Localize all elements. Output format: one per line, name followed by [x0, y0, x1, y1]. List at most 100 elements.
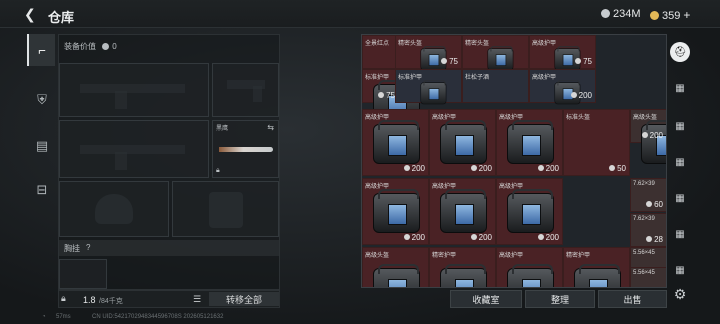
vest-icon [209, 192, 243, 228]
stash-item[interactable]: 高级护甲 [496, 247, 563, 287]
tab-armor[interactable]: ⛨ [27, 84, 55, 116]
stash-item[interactable]: 标准护甲 75 [362, 69, 420, 124]
chest-rig-icon: ▤ [35, 138, 49, 153]
stash-item[interactable]: 高级护甲 200 [496, 109, 563, 176]
durability-value: 75 [441, 57, 458, 66]
back-arrow-icon[interactable]: ❮ [24, 6, 36, 23]
add-gold-button[interactable]: + [683, 8, 690, 22]
transfer-all-button[interactable]: 转移全部 [209, 292, 279, 306]
rifle-mag-icon [115, 91, 127, 109]
equip-value-row: 装备价值 0 [64, 41, 117, 52]
sort-button[interactable]: 整理 [525, 290, 595, 308]
chest-rig-label: 胸挂 [64, 244, 80, 253]
stash-item[interactable]: 高级护甲 200 [529, 69, 596, 105]
item-name: 精密护甲 [432, 253, 457, 259]
filter-medical-icon[interactable]: ▦ [670, 188, 690, 208]
stash-item[interactable]: 7.62×39 60 [630, 178, 666, 212]
armor-case-icon [440, 120, 487, 164]
item-name: 高级护甲 [532, 41, 557, 47]
stash-item[interactable]: 精密护甲 [563, 247, 630, 287]
wifi-icon: ◔ [42, 314, 46, 320]
armor-case-icon [373, 120, 420, 164]
current-weight: 1.8 [83, 295, 96, 305]
chest-rig-header: 胸挂 ? [59, 240, 279, 256]
gold-currency: 359 + [650, 8, 690, 22]
tab-backpack[interactable]: ⊟ [27, 174, 55, 206]
filter-weapon-icon[interactable]: ▦ [670, 116, 690, 136]
transfer-all-label: 转移全部 [225, 294, 262, 305]
swap-icon[interactable]: ⇆ [267, 123, 274, 132]
stash-item[interactable]: 杜松子酒 [462, 69, 529, 103]
secondary-weapon-slot[interactable] [59, 120, 209, 178]
knife-name: 黑鹰 [216, 126, 229, 132]
pistol-slot[interactable] [212, 63, 279, 117]
sell-button[interactable]: 出售 [598, 290, 667, 308]
page-title: 仓库 [48, 10, 75, 25]
stash-grid: 全景红点 精密头盔 75 精密头盔 高级护甲 75 标准护甲 75 标准护甲 杜松子酒 高级护甲 20… [361, 34, 667, 288]
durability-value: 75 [575, 57, 592, 66]
collection-label: 收藏室 [472, 294, 500, 305]
gold-amount: 359 [662, 10, 681, 22]
armor-case-icon [440, 189, 487, 233]
stash-item[interactable]: 高级护甲 200 [429, 109, 496, 176]
pistol-icon: ⌐ [38, 42, 46, 58]
durability-value: 200 [404, 164, 425, 173]
rifle-mag-icon [115, 152, 127, 170]
stash-item[interactable]: 高级护甲 200 [429, 178, 496, 245]
stash-item[interactable]: 标准头盔 50 [563, 109, 630, 176]
stash-item[interactable]: 精密护甲 [429, 247, 496, 287]
armor-case-icon [440, 264, 487, 287]
silver-amount: 234M [613, 8, 641, 20]
silver-coin-icon [102, 43, 110, 50]
armor-case-icon [487, 46, 514, 71]
tab-weapons[interactable]: ⌐ [27, 34, 55, 66]
pistol-grip-icon [253, 86, 262, 102]
item-name: 精密头盔 [398, 41, 423, 47]
stash-item[interactable]: 高级头盔 200 [630, 109, 666, 164]
stash-item[interactable]: 精密头盔 75 [395, 35, 462, 71]
equip-value: 0 [112, 42, 117, 51]
stash-item[interactable]: 5.56×45 [630, 267, 666, 287]
stash-item[interactable]: 高级头盔 [362, 247, 429, 287]
helmet-filter-icon[interactable]: ⛑︎ [670, 42, 690, 62]
durability-value: 28 [646, 235, 663, 244]
stash-item[interactable]: 高级护甲 200 [362, 178, 429, 245]
durability-value: 200 [404, 233, 425, 242]
durability-value: 200 [538, 164, 559, 173]
filter-misc-icon[interactable]: ▦ [670, 224, 690, 244]
equipment-tabs: ⌐ ⛨ ▤ ⊟ [27, 34, 55, 224]
armor-case-icon [373, 189, 420, 233]
collection-button[interactable]: 收藏室 [450, 290, 522, 308]
primary-weapon-slot[interactable] [59, 63, 209, 117]
tab-rig[interactable]: ▤ [27, 130, 55, 162]
item-name: 标准头盔 [566, 115, 591, 121]
item-name: 精密护甲 [566, 253, 591, 259]
filter-key-icon[interactable]: ▦ [670, 260, 690, 280]
stash-item[interactable]: 精密头盔 [462, 35, 529, 71]
armor-case-icon [507, 120, 554, 164]
stash-item[interactable]: 标准护甲 [395, 69, 462, 105]
filter-ammo-icon[interactable]: ▦ [670, 152, 690, 172]
silver-coin-icon [601, 9, 610, 18]
settings-gear-icon[interactable]: ⚙︎ [670, 284, 690, 304]
stash-item[interactable]: 全景红点 [362, 35, 399, 69]
status-bar: ◔ 57ms CN UID:5421702948344596708S 20260… [0, 312, 720, 324]
stash-item[interactable]: 高级护甲 75 [529, 35, 596, 71]
rifle-silhouette-icon [80, 84, 185, 93]
knife-icon [219, 147, 273, 152]
list-icon[interactable]: ☰ [193, 294, 201, 305]
item-name: 高级护甲 [532, 75, 557, 81]
stash-item[interactable]: 7.62×39 28 [630, 213, 666, 247]
helmet-slot[interactable] [59, 181, 169, 237]
filter-armor-icon[interactable]: ▦ [670, 78, 690, 98]
stash-item[interactable]: 高级护甲 200 [362, 109, 429, 176]
item-name: 高级护甲 [499, 253, 524, 259]
chest-rig-slot[interactable] [59, 259, 107, 289]
melee-slot[interactable]: 黑鹰 ⇆ 🔒︎ [212, 120, 279, 178]
armor-case-icon [373, 264, 420, 287]
armor-slot[interactable] [172, 181, 279, 237]
durability-value: 200 [471, 164, 492, 173]
stash-item[interactable]: 高级护甲 200 [496, 178, 563, 245]
help-icon[interactable]: ? [86, 243, 90, 252]
ping: 57ms [56, 314, 71, 320]
